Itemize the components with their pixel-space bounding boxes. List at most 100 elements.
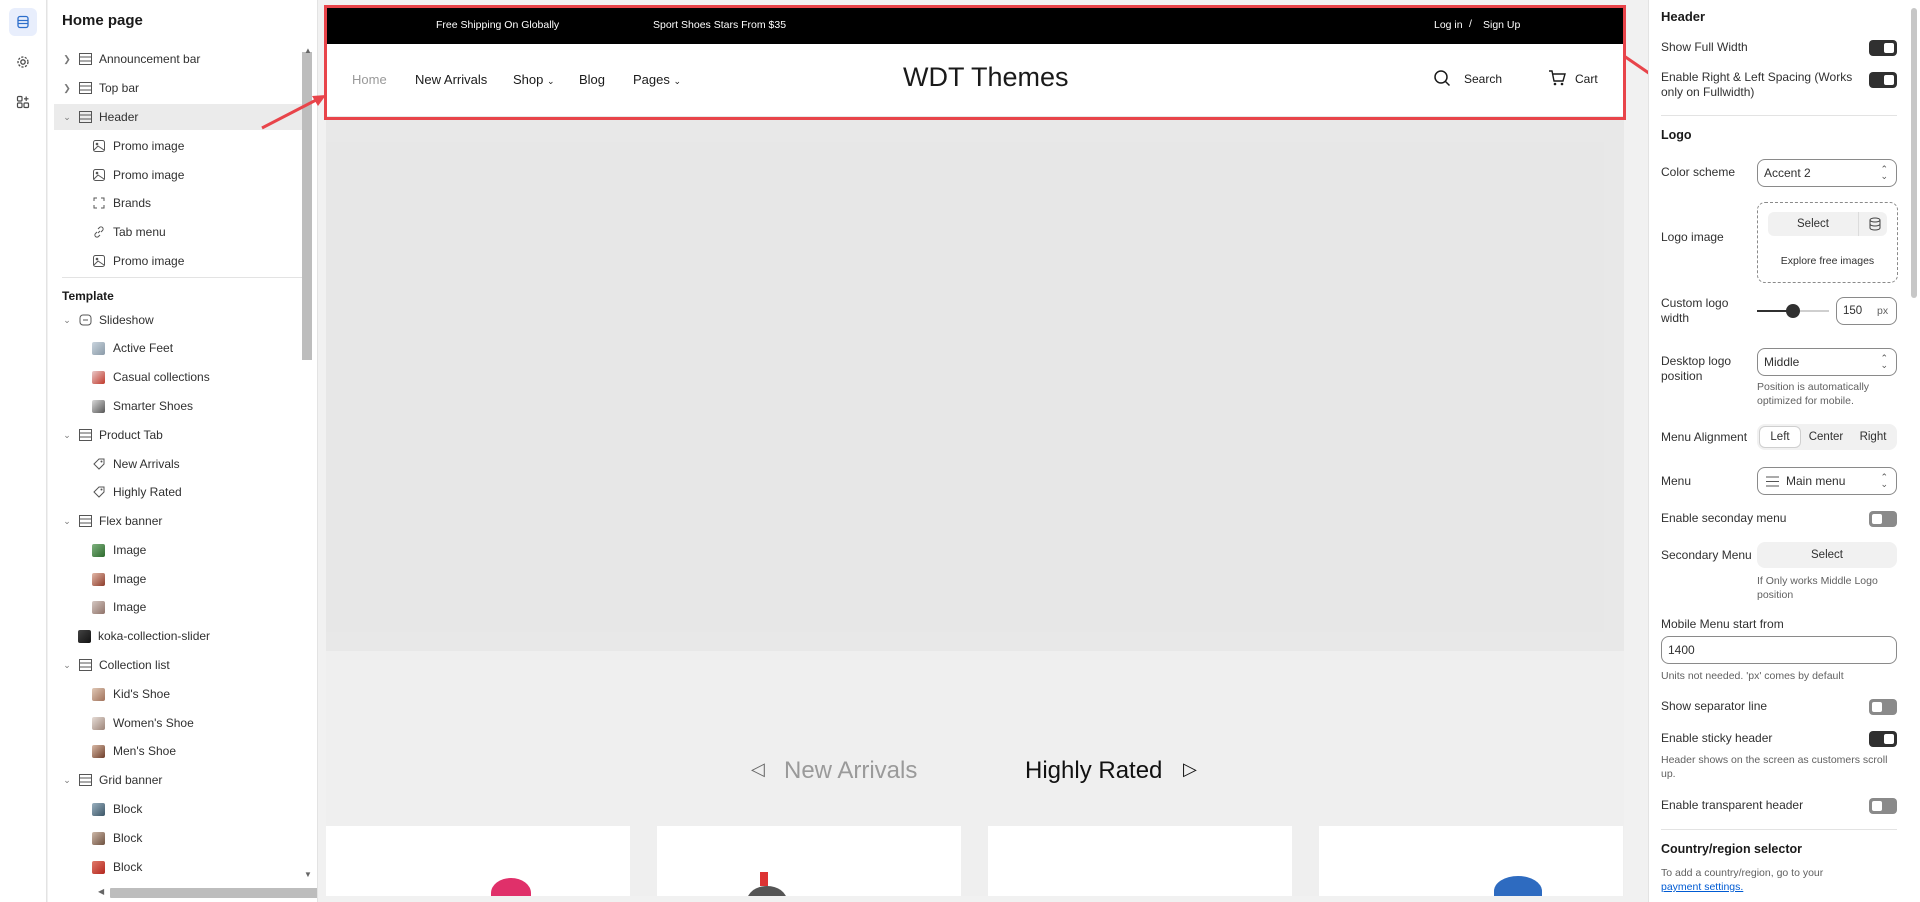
tree-label: Product Tab — [99, 428, 163, 442]
tree-item-announcement-bar[interactable]: ❯ Announcement bar — [62, 46, 302, 72]
enable-spacing-toggle[interactable] — [1869, 72, 1897, 88]
chevron-down-icon[interactable]: ⌄ — [62, 430, 72, 441]
menu-picker[interactable]: Main menu ⌃ ⌄ — [1757, 467, 1897, 495]
slideshow-icon — [78, 313, 92, 327]
logo-select-button[interactable]: Select — [1768, 218, 1858, 230]
product-card[interactable] — [988, 826, 1292, 896]
cart-link[interactable]: Cart — [1575, 72, 1598, 86]
tree-item-collection[interactable]: Kid's Shoe — [92, 681, 302, 707]
tree-item-block[interactable]: Block — [92, 854, 302, 880]
slider-thumb[interactable] — [1786, 304, 1800, 318]
tree-label: Image — [113, 543, 147, 557]
tree-item-slide[interactable]: Smarter Shoes — [92, 393, 302, 419]
thumbnail — [92, 716, 105, 730]
tab-highly-rated[interactable]: Highly Rated — [1025, 757, 1162, 785]
tree-item-slide[interactable]: Casual collections — [92, 364, 302, 390]
product-card[interactable] — [657, 826, 961, 896]
tree-item-slide[interactable]: Active Feet — [92, 335, 302, 361]
chevron-down-icon[interactable]: ⌄ — [62, 516, 72, 527]
tree-item-collection[interactable]: Women's Shoe — [92, 710, 302, 736]
secondary-menu-hint: If Only works Middle Logo position — [1757, 575, 1878, 601]
chevron-down-icon[interactable]: ⌄ — [62, 112, 72, 123]
tree-item-collection[interactable]: Men's Shoe — [92, 738, 302, 764]
tree-item-promo-image[interactable]: Promo image — [92, 162, 302, 188]
enable-secondary-menu-toggle[interactable] — [1869, 511, 1897, 527]
tree-item-tab-menu[interactable]: Tab menu — [92, 219, 302, 245]
secondary-menu-select-button[interactable]: Select — [1757, 542, 1897, 568]
nav-new-arrivals[interactable]: New Arrivals — [415, 72, 487, 87]
tree-item-collection-list[interactable]: ⌄ Collection list — [62, 652, 302, 678]
tree-item-product-tab[interactable]: ⌄ Product Tab — [62, 422, 302, 448]
show-full-width-toggle[interactable] — [1869, 40, 1897, 56]
sections-icon[interactable] — [9, 8, 37, 36]
tree-label: Announcement bar — [99, 52, 201, 66]
tree-item-block[interactable]: Block — [92, 825, 302, 851]
prev-arrow-icon[interactable]: ◁ — [751, 759, 765, 780]
chevron-down-icon[interactable]: ⌄ — [62, 315, 72, 326]
sections-panel: Home page ❯ Announcement bar ❯ Top bar ⌄… — [48, 0, 318, 902]
logo-image-dropzone[interactable]: Select Explore free images — [1757, 202, 1898, 283]
nav-blog[interactable]: Blog — [579, 72, 605, 87]
tree-label: Grid banner — [99, 773, 163, 787]
desktop-logo-position-select[interactable]: Middle ⌃ ⌄ — [1757, 348, 1897, 376]
color-scheme-select[interactable]: Accent 2 ⌃ ⌄ — [1757, 159, 1897, 187]
horizontal-scrollbar[interactable] — [110, 888, 317, 898]
align-left-option[interactable]: Left — [1759, 426, 1801, 448]
align-center-option[interactable]: Center — [1803, 426, 1849, 448]
color-scheme-value: Accent 2 — [1764, 166, 1811, 180]
nav-home[interactable]: Home — [352, 72, 387, 87]
select-arrows-icon: ⌃ ⌄ — [1880, 164, 1888, 181]
database-icon[interactable] — [1869, 217, 1881, 234]
nav-pages[interactable]: Pages ⌄ — [633, 72, 681, 87]
logo-select-group: Select — [1768, 212, 1887, 236]
show-separator-toggle[interactable] — [1869, 699, 1897, 715]
product-card[interactable] — [1319, 826, 1623, 896]
align-right-option[interactable]: Right — [1851, 426, 1895, 448]
tree-item-flex-banner[interactable]: ⌄ Flex banner — [62, 508, 302, 534]
product-card[interactable] — [326, 826, 630, 896]
enable-transparent-toggle[interactable] — [1869, 798, 1897, 814]
settings-gear-icon[interactable] — [9, 48, 37, 76]
tree-item-image[interactable]: Image — [92, 594, 302, 620]
settings-panel: Header Show Full Width Enable Right & Le… — [1648, 0, 1920, 902]
mobile-menu-input[interactable]: 1400 — [1661, 636, 1897, 664]
tree-item-brands[interactable]: Brands — [92, 190, 302, 216]
apps-icon[interactable] — [9, 88, 37, 116]
tree-item-tab[interactable]: Highly Rated — [92, 479, 302, 505]
search-link[interactable]: Search — [1464, 72, 1502, 86]
chevron-right-icon[interactable]: ❯ — [62, 54, 72, 65]
tree-item-promo-image[interactable]: Promo image — [92, 133, 302, 159]
explore-free-images-link[interactable]: Explore free images — [1758, 255, 1897, 267]
login-link[interactable]: Log in — [1434, 19, 1463, 31]
tree-item-tab[interactable]: New Arrivals — [92, 451, 302, 477]
logo-width-input[interactable]: 150 px — [1836, 297, 1897, 325]
enable-sticky-toggle[interactable] — [1869, 731, 1897, 747]
tree-item-slideshow[interactable]: ⌄ Slideshow — [62, 307, 302, 333]
chevron-down-icon[interactable]: ⌄ — [62, 775, 72, 786]
signup-link[interactable]: Sign Up — [1483, 19, 1520, 31]
link-icon — [92, 225, 106, 239]
sidebar-rail — [0, 0, 47, 902]
nav-shop[interactable]: Shop ⌄ — [513, 72, 555, 87]
store-logo[interactable]: WDT Themes — [903, 62, 1069, 93]
thumbnail — [92, 600, 105, 614]
chevron-right-icon[interactable]: ❯ — [62, 83, 72, 94]
scroll-left-arrow-icon[interactable]: ◀ — [98, 887, 104, 896]
scroll-down-arrow-icon[interactable]: ▼ — [304, 870, 312, 879]
chevron-down-icon[interactable]: ⌄ — [62, 660, 72, 671]
tree-item-image[interactable]: Image — [92, 566, 302, 592]
tree-item-image[interactable]: Image — [92, 537, 302, 563]
tree-item-grid-banner[interactable]: ⌄ Grid banner — [62, 767, 302, 793]
tab-new-arrivals[interactable]: New Arrivals — [784, 757, 917, 785]
next-arrow-icon[interactable]: ▷ — [1183, 759, 1197, 780]
menu-value: Main menu — [1786, 474, 1846, 488]
settings-scrollbar[interactable] — [1911, 8, 1917, 298]
tree-item-block[interactable]: Block — [92, 796, 302, 822]
payment-settings-link[interactable]: payment settings. — [1661, 880, 1743, 894]
tree-item-koka-collection-slider[interactable]: koka-collection-slider — [78, 623, 302, 649]
scroll-up-arrow-icon[interactable]: ▲ — [304, 46, 312, 55]
tree-item-promo-image[interactable]: Promo image — [92, 248, 302, 274]
cart-icon[interactable] — [1548, 69, 1566, 90]
tree-label: Top bar — [99, 81, 140, 95]
search-icon[interactable] — [1433, 69, 1451, 90]
